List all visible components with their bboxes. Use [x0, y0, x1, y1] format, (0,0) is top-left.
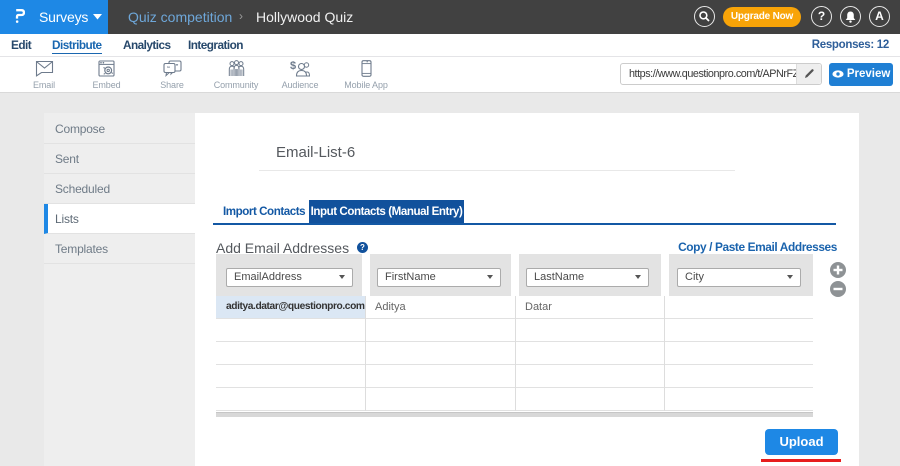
svg-text:$: $ [290, 60, 296, 72]
svg-text:”: ” [175, 64, 178, 70]
svg-text:“: “ [167, 66, 170, 72]
